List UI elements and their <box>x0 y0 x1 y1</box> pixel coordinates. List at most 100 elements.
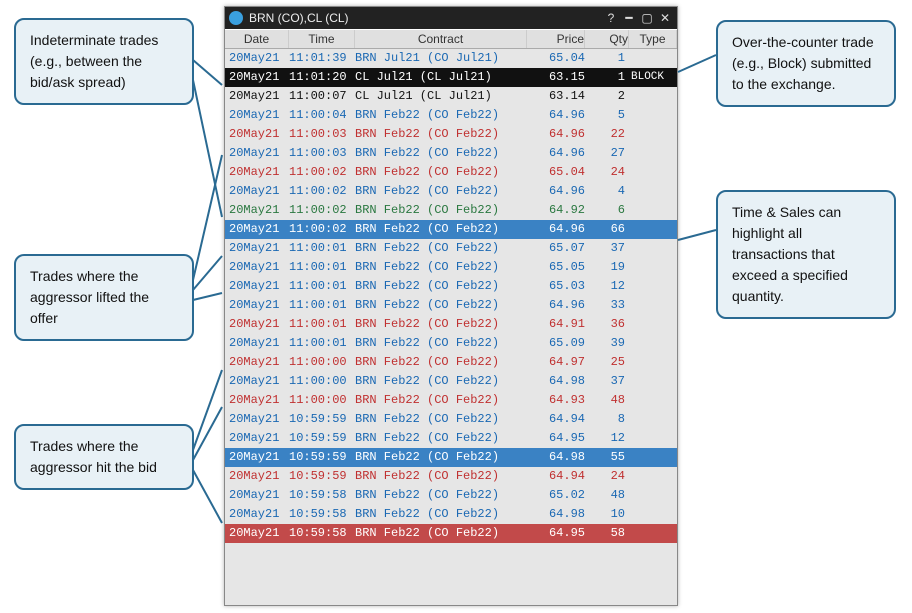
cell-date: 20May21 <box>225 277 289 296</box>
cell-time: 11:00:02 <box>289 182 355 201</box>
table-row[interactable]: 20May2111:00:01 BRN Feb22 (CO Feb22)65.0… <box>225 239 677 258</box>
table-row[interactable]: 20May2111:00:02 BRN Feb22 (CO Feb22)64.9… <box>225 182 677 201</box>
cell-time: 10:59:58 <box>289 524 355 543</box>
cell-date: 20May21 <box>225 486 289 505</box>
table-row[interactable]: 20May2110:59:58 BRN Feb22 (CO Feb22)65.0… <box>225 486 677 505</box>
table-row[interactable]: 20May2110:59:58 BRN Feb22 (CO Feb22)64.9… <box>225 505 677 524</box>
cell-date: 20May21 <box>225 334 289 353</box>
header-qty[interactable]: Qty <box>585 30 629 48</box>
cell-qty: 10 <box>585 505 629 524</box>
maximize-icon[interactable]: ▢ <box>639 10 655 26</box>
cell-price: 64.91 <box>527 315 585 334</box>
cell-date: 20May21 <box>225 68 289 87</box>
cell-contract: BRN Feb22 (CO Feb22) <box>355 353 527 372</box>
cell-contract: BRN Feb22 (CO Feb22) <box>355 220 527 239</box>
table-row[interactable]: 20May2110:59:59 BRN Feb22 (CO Feb22)64.9… <box>225 467 677 486</box>
table-row[interactable]: 20May2111:00:01 BRN Feb22 (CO Feb22)65.0… <box>225 334 677 353</box>
table-row[interactable]: 20May2111:00:02 BRN Feb22 (CO Feb22)64.9… <box>225 220 677 239</box>
help-icon[interactable]: ? <box>603 10 619 26</box>
cell-price: 64.92 <box>527 201 585 220</box>
cell-time: 11:00:01 <box>289 258 355 277</box>
cell-contract: BRN Feb22 (CO Feb22) <box>355 125 527 144</box>
callout-text: Trades where the aggressor hit the bid <box>30 438 157 475</box>
cell-price: 64.96 <box>527 220 585 239</box>
cell-contract: BRN Feb22 (CO Feb22) <box>355 106 527 125</box>
cell-price: 65.03 <box>527 277 585 296</box>
cell-qty: 2 <box>585 87 629 106</box>
cell-qty: 1 <box>585 68 629 87</box>
callout-text: Over-the-counter trade (e.g., Block) sub… <box>732 34 874 92</box>
cell-date: 20May21 <box>225 296 289 315</box>
clock-icon <box>229 11 243 25</box>
table-row[interactable]: 20May2111:00:01 BRN Feb22 (CO Feb22)65.0… <box>225 277 677 296</box>
table-row[interactable]: 20May2111:00:00 BRN Feb22 (CO Feb22)64.9… <box>225 391 677 410</box>
cell-date: 20May21 <box>225 239 289 258</box>
table-row[interactable]: 20May2110:59:59 BRN Feb22 (CO Feb22)64.9… <box>225 410 677 429</box>
cell-contract: BRN Feb22 (CO Feb22) <box>355 296 527 315</box>
table-row[interactable]: 20May2111:00:04 BRN Feb22 (CO Feb22)64.9… <box>225 106 677 125</box>
table-row[interactable]: 20May2110:59:58 BRN Feb22 (CO Feb22)64.9… <box>225 524 677 543</box>
table-row[interactable]: 20May2111:00:01 BRN Feb22 (CO Feb22)64.9… <box>225 315 677 334</box>
cell-time: 11:00:00 <box>289 353 355 372</box>
cell-price: 64.97 <box>527 353 585 372</box>
cell-time: 10:59:59 <box>289 410 355 429</box>
table-row[interactable]: 20May2111:00:02 BRN Feb22 (CO Feb22)65.0… <box>225 163 677 182</box>
cell-date: 20May21 <box>225 201 289 220</box>
cell-contract: BRN Feb22 (CO Feb22) <box>355 486 527 505</box>
table-header: Date Time Contract Price Qty Type <box>225 29 677 49</box>
table-body: 20May2111:01:39 BRN Jul21 (CO Jul21)65.0… <box>225 49 677 543</box>
table-row[interactable]: 20May2111:01:39 BRN Jul21 (CO Jul21)65.0… <box>225 49 677 68</box>
table-row[interactable]: 20May2111:00:03 BRN Feb22 (CO Feb22)64.9… <box>225 144 677 163</box>
cell-qty: 22 <box>585 125 629 144</box>
table-row[interactable]: 20May2110:59:59 BRN Feb22 (CO Feb22)64.9… <box>225 429 677 448</box>
cell-time: 11:00:02 <box>289 220 355 239</box>
window-title: BRN (CO),CL (CL) <box>249 11 603 25</box>
cell-time: 10:59:58 <box>289 486 355 505</box>
header-time[interactable]: Time <box>289 30 355 48</box>
table-row[interactable]: 20May2111:00:07 CL Jul21 (CL Jul21)63.14… <box>225 87 677 106</box>
callout-text: Indeterminate trades (e.g., between the … <box>30 32 158 90</box>
cell-contract: BRN Feb22 (CO Feb22) <box>355 448 527 467</box>
cell-time: 10:59:59 <box>289 429 355 448</box>
cell-price: 64.96 <box>527 125 585 144</box>
header-price[interactable]: Price <box>527 30 585 48</box>
callout-highlight-qty: Time & Sales can highlight all transacti… <box>716 190 896 319</box>
table-row[interactable]: 20May2110:59:59 BRN Feb22 (CO Feb22)64.9… <box>225 448 677 467</box>
cell-price: 65.02 <box>527 486 585 505</box>
cell-date: 20May21 <box>225 524 289 543</box>
table-row[interactable]: 20May2111:00:01 BRN Feb22 (CO Feb22)64.9… <box>225 296 677 315</box>
cell-date: 20May21 <box>225 106 289 125</box>
header-type[interactable]: Type <box>629 30 677 48</box>
titlebar[interactable]: BRN (CO),CL (CL) ? ━ ▢ ✕ <box>225 7 677 29</box>
time-and-sales-window: BRN (CO),CL (CL) ? ━ ▢ ✕ Date Time Contr… <box>224 6 678 606</box>
cell-date: 20May21 <box>225 429 289 448</box>
cell-qty: 66 <box>585 220 629 239</box>
table-row[interactable]: 20May2111:01:20 CL Jul21 (CL Jul21)63.15… <box>225 68 677 87</box>
cell-contract: BRN Feb22 (CO Feb22) <box>355 201 527 220</box>
callout-text: Trades where the aggressor lifted the of… <box>30 268 149 326</box>
cell-qty: 12 <box>585 429 629 448</box>
cell-date: 20May21 <box>225 448 289 467</box>
cell-contract: BRN Feb22 (CO Feb22) <box>355 258 527 277</box>
close-icon[interactable]: ✕ <box>657 10 673 26</box>
header-date[interactable]: Date <box>225 30 289 48</box>
cell-qty: 1 <box>585 49 629 68</box>
cell-price: 65.09 <box>527 334 585 353</box>
cell-time: 10:59:59 <box>289 467 355 486</box>
cell-qty: 24 <box>585 467 629 486</box>
table-row[interactable]: 20May2111:00:00 BRN Feb22 (CO Feb22)64.9… <box>225 372 677 391</box>
table-row[interactable]: 20May2111:00:00 BRN Feb22 (CO Feb22)64.9… <box>225 353 677 372</box>
cell-qty: 48 <box>585 486 629 505</box>
cell-date: 20May21 <box>225 87 289 106</box>
minimize-icon[interactable]: ━ <box>621 10 637 26</box>
header-contract[interactable]: Contract <box>355 30 527 48</box>
cell-price: 65.05 <box>527 258 585 277</box>
cell-qty: 5 <box>585 106 629 125</box>
table-row[interactable]: 20May2111:00:02 BRN Feb22 (CO Feb22)64.9… <box>225 201 677 220</box>
table-row[interactable]: 20May2111:00:01 BRN Feb22 (CO Feb22)65.0… <box>225 258 677 277</box>
cell-qty: 39 <box>585 334 629 353</box>
cell-time: 11:00:02 <box>289 201 355 220</box>
table-row[interactable]: 20May2111:00:03 BRN Feb22 (CO Feb22)64.9… <box>225 125 677 144</box>
cell-price: 65.04 <box>527 49 585 68</box>
cell-price: 65.04 <box>527 163 585 182</box>
